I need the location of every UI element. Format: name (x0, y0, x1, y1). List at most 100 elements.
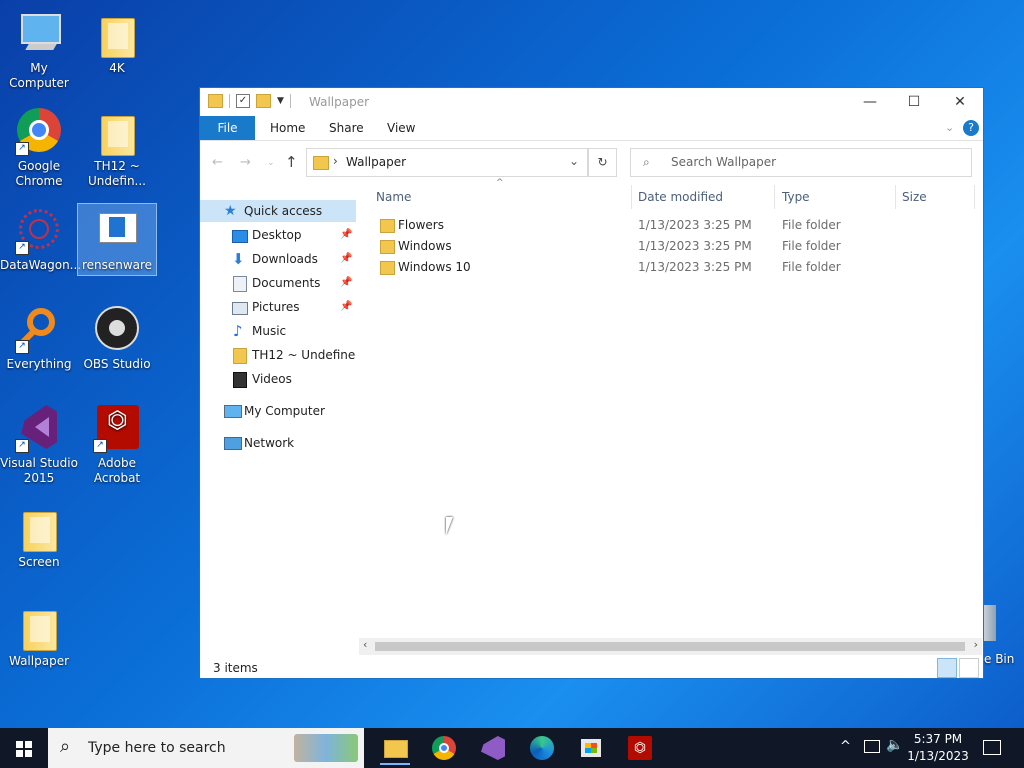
chrome-taskbar-icon[interactable] (429, 733, 459, 763)
refresh-button[interactable]: ↻ (588, 148, 617, 177)
pin-icon[interactable]: 📌 (340, 272, 352, 294)
pin-icon[interactable]: 📌 (340, 296, 352, 318)
desktop-icon-screen[interactable]: Screen (0, 504, 78, 570)
file-row[interactable]: Windows 10 1/13/2023 3:25 PM File folder (376, 257, 976, 278)
nav-network[interactable]: Network (200, 432, 356, 454)
expand-ribbon-icon[interactable]: ⌄ (945, 121, 954, 134)
column-header-size[interactable]: Size (902, 183, 927, 211)
up-icon[interactable]: ↑ (285, 153, 298, 171)
search-box[interactable]: ⌕ (630, 148, 972, 177)
nav-item-documents[interactable]: Documents 📌 (200, 272, 356, 294)
desktop-icon-datawagon[interactable]: ↗ DataWagon... (0, 207, 81, 273)
column-header-type[interactable]: Type (782, 183, 810, 211)
nav-item-desktop[interactable]: Desktop 📌 (200, 224, 356, 246)
file-row[interactable]: Flowers 1/13/2023 3:25 PM File folder (376, 215, 976, 236)
file-type: File folder (782, 218, 841, 232)
navigation-bar: ← → ⌄ ↑ › Wallpaper ⌄ ↻ ⌕ (200, 146, 983, 180)
pin-icon[interactable]: 📌 (340, 224, 352, 246)
desktop-icon-4k[interactable]: 4K (78, 10, 156, 76)
file-date: 1/13/2023 3:25 PM (638, 260, 752, 274)
desktop-icon-label: Visual Studio 2015 (0, 456, 78, 485)
desktop-icon-my-computer[interactable]: My Computer (0, 10, 78, 91)
recycle-bin-icon[interactable] (982, 605, 996, 641)
scroll-right-icon[interactable]: › (974, 638, 978, 651)
scrollbar-thumb[interactable] (375, 642, 965, 651)
nav-label: Downloads (252, 252, 318, 266)
acrobat-icon: ⏣ ↗ (93, 405, 141, 453)
minimize-button[interactable]: — (847, 88, 893, 116)
properties-icon[interactable]: ✓ (236, 94, 250, 108)
desktop-icon-label: Wallpaper (8, 654, 70, 668)
address-bar[interactable]: › Wallpaper ⌄ (306, 148, 588, 177)
nav-my-computer[interactable]: My Computer (200, 400, 356, 422)
file-explorer-taskbar-icon[interactable] (380, 733, 410, 765)
tab-file[interactable]: File (200, 116, 255, 140)
desktop-icon-obs-studio[interactable]: OBS Studio (78, 306, 156, 372)
pin-icon[interactable]: 📌 (340, 248, 352, 270)
tab-home[interactable]: Home (270, 116, 305, 140)
desktop-icon-google-chrome[interactable]: ↗ Google Chrome (0, 108, 78, 189)
file-type: File folder (782, 239, 841, 253)
quick-access-toolbar: ✓ ▼ (208, 94, 291, 108)
nav-quick-access[interactable]: ★ Quick access (200, 200, 356, 222)
nav-label: Documents (252, 276, 321, 290)
details-view-icon[interactable] (937, 658, 957, 678)
datawagon-icon: ↗ (15, 207, 63, 255)
recent-locations-icon[interactable]: ⌄ (267, 158, 275, 168)
help-icon[interactable]: ? (963, 120, 979, 136)
tab-share[interactable]: Share (329, 116, 364, 140)
divider (289, 94, 291, 108)
close-button[interactable]: ✕ (937, 88, 983, 116)
file-row[interactable]: Windows 1/13/2023 3:25 PM File folder (376, 236, 976, 257)
nav-item-th12[interactable]: TH12 ~ Undefined F (200, 344, 356, 366)
forward-icon[interactable]: → (240, 155, 251, 170)
search-input[interactable] (669, 154, 953, 170)
notifications-icon[interactable] (983, 740, 1001, 755)
nav-item-videos[interactable]: Videos (200, 368, 356, 390)
taskbar-clock[interactable]: 5:37 PM 1/13/2023 (905, 731, 971, 765)
start-button[interactable] (0, 728, 48, 768)
nav-item-pictures[interactable]: Pictures 📌 (200, 296, 356, 318)
file-name: Windows (398, 239, 452, 253)
volume-icon[interactable]: 🔈 (886, 737, 903, 753)
column-header-name[interactable]: Name (376, 183, 411, 211)
large-icons-view-icon[interactable] (959, 658, 979, 678)
edge-taskbar-icon[interactable] (527, 733, 557, 763)
desktop-icon-wallpaper[interactable]: Wallpaper (0, 603, 78, 669)
folder-icon[interactable] (208, 94, 223, 108)
nav-item-downloads[interactable]: ⬇ Downloads 📌 (200, 248, 356, 270)
desktop-icon-rensenware[interactable]: rensenware (77, 203, 157, 276)
clock-time: 5:37 PM (913, 732, 963, 746)
horizontal-scrollbar[interactable]: ‹ › (359, 638, 982, 655)
desktop-icon-everything[interactable]: ↗ Everything (0, 306, 78, 372)
divider (631, 185, 632, 209)
chevron-down-icon[interactable]: ⌄ (569, 154, 579, 168)
desktop-icon-label: 4K (109, 61, 125, 75)
network-tray-icon[interactable] (864, 740, 880, 753)
folder-icon (313, 156, 329, 170)
customize-toolbar-icon[interactable]: ▼ (277, 96, 284, 106)
tab-view[interactable]: View (387, 116, 415, 140)
acrobat-taskbar-icon[interactable]: ⏣ (625, 733, 655, 763)
desktop-icon-label: Everything (6, 357, 72, 371)
everything-search-icon: ↗ (15, 306, 63, 354)
new-folder-icon[interactable] (256, 94, 271, 108)
show-hidden-icons-icon[interactable]: ^ (840, 739, 851, 754)
scroll-left-icon[interactable]: ‹ (363, 638, 367, 651)
desktop-icon-th12[interactable]: TH12 ~ Undefin... (78, 108, 156, 189)
taskbar-search-box[interactable]: ⌕ Type here to search (48, 728, 364, 768)
desktop-icon-adobe-acrobat[interactable]: ⏣ ↗ Adobe Acrobat (78, 405, 156, 486)
obs-icon (93, 306, 141, 354)
clock-date: 1/13/2023 (907, 749, 969, 763)
store-taskbar-icon[interactable] (576, 733, 606, 763)
column-header-date-modified[interactable]: Date modified (638, 183, 723, 211)
shortcut-arrow-icon: ↗ (15, 142, 29, 156)
maximize-button[interactable]: ☐ (891, 88, 937, 116)
visual-studio-taskbar-icon[interactable] (478, 733, 508, 763)
breadcrumb[interactable]: Wallpaper (346, 155, 406, 169)
back-icon[interactable]: ← (212, 155, 223, 170)
desktop-icon-visual-studio[interactable]: ↗ Visual Studio 2015 (0, 405, 78, 486)
title-bar: ✓ ▼ Wallpaper — ☐ ✕ (200, 88, 983, 116)
nav-item-music[interactable]: ♪ Music (200, 320, 356, 342)
folder-icon (15, 504, 63, 552)
